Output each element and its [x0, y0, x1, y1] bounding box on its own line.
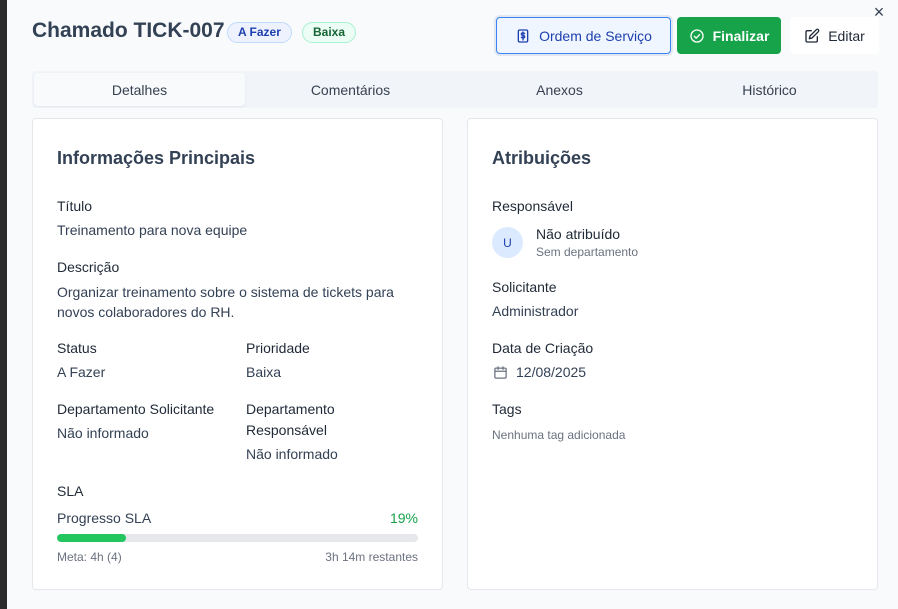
- description-label: Descrição: [57, 259, 120, 275]
- sla-remaining: 3h 14m restantes: [325, 550, 418, 564]
- calendar-icon: [494, 366, 507, 379]
- created-date-value: 12/08/2025: [516, 364, 587, 380]
- sla-progress-percent: 19%: [389, 510, 418, 526]
- sla-progress-label: Progresso SLA: [57, 510, 152, 526]
- responsible-dept-label-line1: Departamento: [246, 401, 335, 417]
- main-info-heading: Informações Principais: [57, 148, 256, 168]
- responsible-name: Não atribuído: [536, 226, 621, 242]
- description-value: Organizar treinamento sobre o sistema de…: [57, 284, 394, 320]
- dollar-document-icon: [517, 28, 529, 43]
- tab-bar: Detalhes Comentários Anexos Histórico: [32, 71, 878, 108]
- tags-label: Tags: [492, 401, 522, 417]
- title-value: Treinamento para nova equipe: [57, 222, 248, 238]
- priority-badge: Baixa: [302, 22, 357, 43]
- assignments-card: Atribuições Responsável U Não atribuído …: [467, 118, 878, 590]
- priority-label: Prioridade: [246, 340, 310, 356]
- responsible-label: Responsável: [492, 198, 573, 214]
- status-label: Status: [57, 340, 97, 356]
- ticket-modal: × Chamado TICK-007 A Fazer Baixa Ordem d…: [7, 0, 898, 609]
- priority-value: Baixa: [246, 364, 282, 380]
- responsible-dept-value: Não informado: [246, 446, 338, 462]
- check-circle-icon: [689, 28, 704, 43]
- edit-button[interactable]: Editar: [790, 17, 879, 54]
- finalize-label: Finalizar: [712, 27, 770, 44]
- service-order-label: Ordem de Serviço: [539, 27, 652, 44]
- status-badge: A Fazer: [227, 22, 292, 43]
- title-label: Título: [57, 198, 93, 214]
- requesting-dept-label: Departamento Solicitante: [57, 401, 215, 417]
- requester-value: Administrador: [492, 303, 579, 319]
- created-date-label: Data de Criação: [492, 340, 594, 356]
- status-value: A Fazer: [57, 364, 106, 380]
- sla-label: SLA: [57, 483, 84, 499]
- requesting-dept-value: Não informado: [57, 425, 149, 441]
- finalize-button[interactable]: Finalizar: [677, 17, 781, 54]
- responsible-dept-label-line2: Responsável: [246, 422, 327, 438]
- sla-goal: Meta: 4h (4): [57, 550, 122, 564]
- tab-history[interactable]: Histórico: [664, 73, 875, 106]
- sla-progress-fill: [57, 534, 126, 542]
- tab-comments[interactable]: Comentários: [245, 73, 456, 106]
- tab-attachments[interactable]: Anexos: [454, 73, 665, 106]
- responsible-dept: Sem departamento: [536, 245, 639, 259]
- tab-details[interactable]: Detalhes: [34, 73, 245, 106]
- tags-empty: Nenhuma tag adicionada: [492, 428, 626, 442]
- avatar: U: [492, 227, 523, 258]
- service-order-button[interactable]: Ordem de Serviço: [496, 17, 671, 54]
- requester-label: Solicitante: [492, 279, 557, 295]
- main-info-card: Informações Principais Título Treinament…: [32, 118, 443, 590]
- sla-progress-bar: [57, 534, 418, 542]
- edit-label: Editar: [828, 27, 865, 44]
- page-title: Chamado TICK-007: [32, 19, 225, 42]
- edit-icon: [805, 28, 820, 43]
- assignments-heading: Atribuições: [492, 148, 592, 168]
